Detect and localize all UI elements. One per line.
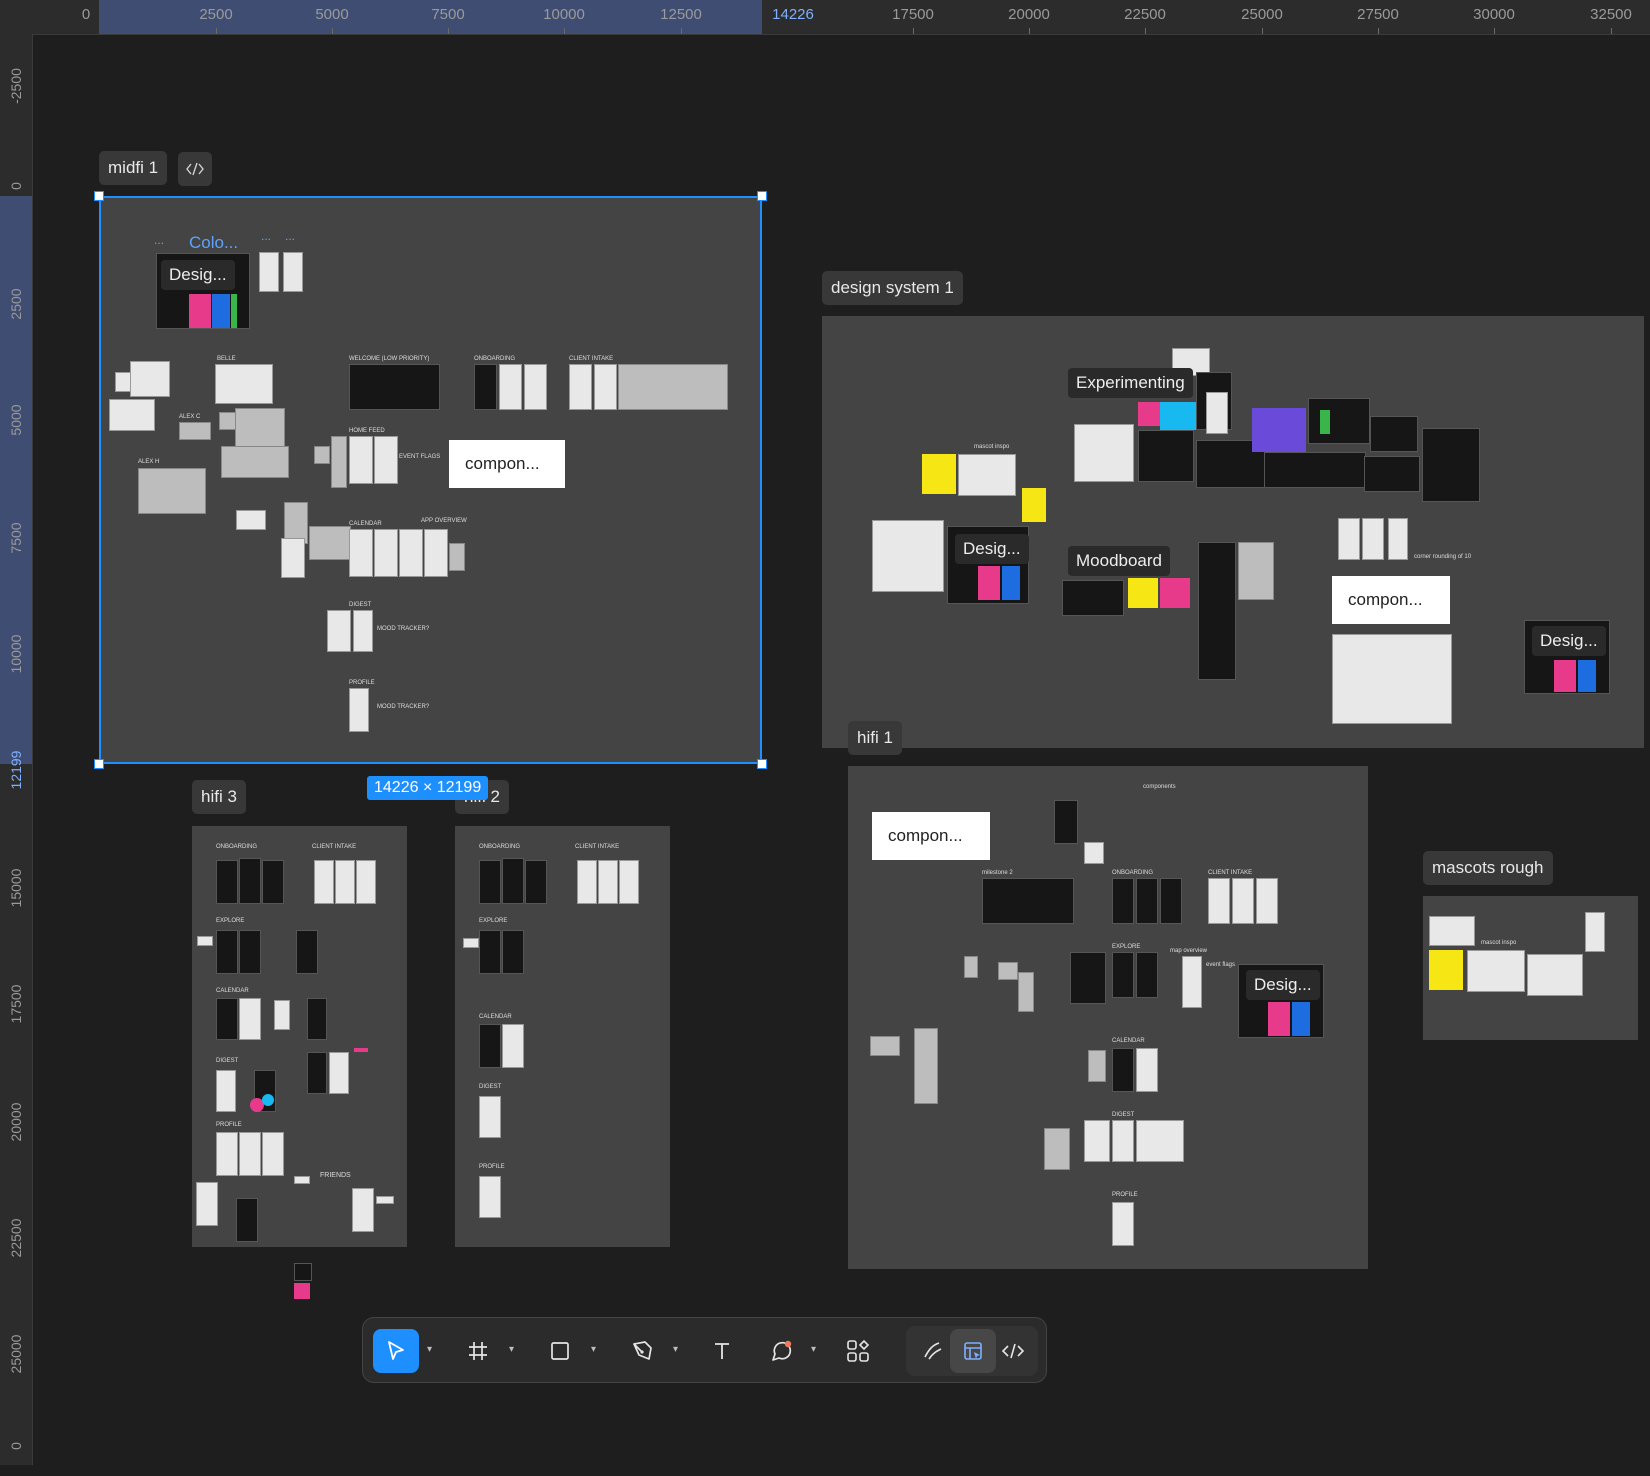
ruler-tick: 7500	[431, 6, 465, 23]
chevron-down-icon[interactable]: ▾	[673, 1344, 678, 1355]
frame-hifi1[interactable]: components compon... milestone 2 ONBOARD…	[848, 766, 1368, 1269]
ruler-tick: 10000	[8, 634, 24, 674]
ruler-tick: 5000	[315, 6, 349, 23]
actions-tool-icon[interactable]	[835, 1329, 881, 1373]
ruler-tick: 2500	[8, 288, 24, 320]
text-tool-icon[interactable]	[699, 1329, 745, 1373]
frame-design-system[interactable]: mascot inspo Desig... Experimenting Mood…	[822, 316, 1644, 748]
ruler-tick: 2500	[199, 6, 233, 23]
frame-thumb-label[interactable]: Desig...	[1532, 626, 1606, 656]
chevron-down-icon[interactable]: ▾	[591, 1344, 596, 1355]
ruler-tick: 7500	[8, 522, 24, 554]
vertical-ruler: -2500 0 2500 5000 7500 10000 12199 15000…	[0, 34, 33, 1465]
frame-hifi3[interactable]: ONBOARDING CLIENT INTAKE EXPLORE CALENDA…	[192, 826, 407, 1247]
ruler-tick: 17500	[8, 984, 24, 1024]
ruler-tick: 0	[8, 182, 24, 190]
rectangle-tool-icon[interactable]	[537, 1329, 583, 1373]
frame-thumb-label[interactable]: Desig...	[1246, 970, 1320, 1000]
ruler-tick: 25000	[1241, 6, 1283, 23]
frame-label-hifi3[interactable]: hifi 3	[192, 780, 246, 814]
ruler-tick: 15000	[8, 868, 24, 908]
ruler-tick: 0	[8, 1442, 24, 1450]
comment-tool-icon[interactable]	[759, 1329, 805, 1373]
ruler-tick: 17500	[892, 6, 934, 23]
resize-handle[interactable]	[94, 759, 104, 769]
ruler-tick: -2500	[8, 68, 24, 104]
ruler-tick: 25000	[8, 1334, 24, 1374]
ruler-tick: 27500	[1357, 6, 1399, 23]
frame-thumb-label[interactable]: Desig...	[955, 534, 1029, 564]
ruler-tick: 22500	[8, 1218, 24, 1258]
ruler-tick: 0	[81, 6, 91, 23]
ruler-tick: 10000	[543, 6, 585, 23]
horizontal-ruler: 0 2500 5000 7500 10000 12500 14226 17500…	[0, 0, 1650, 35]
ruler-tick-active: 12199	[8, 750, 24, 790]
ruler-tick: 12500	[660, 6, 702, 23]
frame-label-mascots[interactable]: mascots rough	[1423, 851, 1553, 885]
bottom-toolbar: ▾ ▾ ▾ ▾ ▾	[362, 1317, 1047, 1383]
code-icon[interactable]	[178, 152, 212, 186]
frame-label-midfi[interactable]: midfi 1	[99, 151, 168, 185]
chevron-down-icon[interactable]: ▾	[509, 1344, 514, 1355]
frame-thumb-label[interactable]: Experimenting	[1068, 368, 1193, 398]
ruler-tick: 20000	[8, 1102, 24, 1142]
pen-tool-icon[interactable]	[619, 1329, 665, 1373]
frame-label-hifi1[interactable]: hifi 1	[848, 721, 902, 755]
ruler-tick: 5000	[8, 404, 24, 436]
frame-thumb-label[interactable]: Moodboard	[1068, 546, 1171, 576]
component-card[interactable]: compon...	[1332, 576, 1450, 624]
ruler-tick: 20000	[1008, 6, 1050, 23]
component-card[interactable]: compon...	[872, 812, 990, 860]
resize-handle[interactable]	[757, 759, 767, 769]
mode-switcher	[906, 1326, 1038, 1376]
move-tool-icon[interactable]	[373, 1329, 419, 1373]
dev-mode-icon[interactable]	[990, 1329, 1036, 1373]
frame-hifi2[interactable]: ONBOARDING CLIENT INTAKE EXPLORE CALENDA…	[455, 826, 670, 1247]
chevron-down-icon[interactable]: ▾	[811, 1344, 816, 1355]
selection-size-badge: 14226 × 12199	[367, 776, 489, 800]
resize-handle[interactable]	[757, 191, 767, 201]
ruler-tick-active: 14226	[772, 6, 814, 23]
resize-handle[interactable]	[94, 191, 104, 201]
frame-label-design-system[interactable]: design system 1	[822, 271, 963, 305]
ruler-tick: 22500	[1124, 6, 1166, 23]
chevron-down-icon[interactable]: ▾	[427, 1344, 432, 1355]
ruler-tick: 32500	[1590, 6, 1632, 23]
selection-box	[99, 196, 762, 764]
frame-tool-icon[interactable]	[455, 1329, 501, 1373]
ruler-tick: 30000	[1473, 6, 1515, 23]
frame-mascots[interactable]: mascot inspo	[1423, 896, 1638, 1040]
